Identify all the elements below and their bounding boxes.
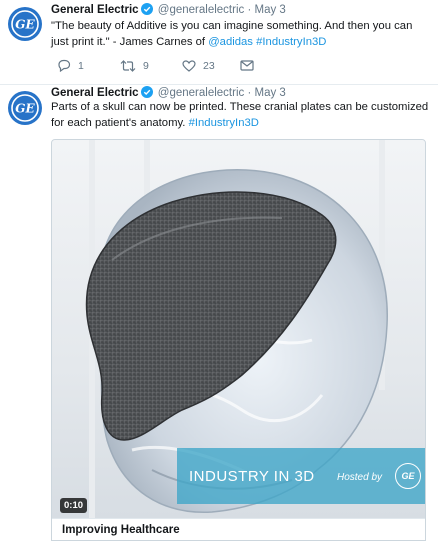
like-count: 23 xyxy=(203,59,215,72)
reply-icon xyxy=(58,59,71,72)
retweet-button[interactable]: 9 xyxy=(120,60,182,72)
card-title[interactable]: Improving Healthcare xyxy=(62,524,180,536)
banner-hosted-by: Hosted by xyxy=(337,472,383,483)
avatar[interactable]: GE xyxy=(8,91,42,125)
reply-button[interactable]: 1 xyxy=(57,59,120,72)
tweet-actions: 1 9 23 xyxy=(57,59,254,72)
separator-dot: · xyxy=(247,4,252,16)
envelope-icon xyxy=(240,60,254,71)
avatar[interactable]: GE xyxy=(8,7,42,41)
direct-message-button[interactable] xyxy=(240,60,254,71)
svg-text:GE: GE xyxy=(15,102,35,116)
svg-text:GE: GE xyxy=(15,18,35,32)
mention-link[interactable]: @adidas xyxy=(208,36,253,48)
video-card[interactable]: INDUSTRY IN 3D Hosted by GE 0:10 Improvi… xyxy=(51,139,426,541)
tweet-text: "The beauty of Additive is you can imagi… xyxy=(51,18,431,50)
ge-logo-icon: GE xyxy=(395,463,421,489)
ge-logo-icon: GE xyxy=(11,94,39,122)
hashtag-link[interactable]: #IndustryIn3D xyxy=(256,36,326,48)
tweet-date[interactable]: May 3 xyxy=(255,4,286,16)
heart-icon xyxy=(182,59,196,72)
video-duration-badge: 0:10 xyxy=(60,498,88,513)
tweet-date[interactable]: May 3 xyxy=(255,87,286,99)
tweet-text: Parts of a skull can now be printed. The… xyxy=(51,99,431,131)
tweet-header: General Electric @generalelectric · May … xyxy=(51,3,286,18)
tweet-1[interactable]: GE General Electric @generalelectric · M… xyxy=(0,0,438,85)
author-handle[interactable]: @generalelectric xyxy=(158,87,244,99)
author-name[interactable]: General Electric xyxy=(51,4,139,16)
author-handle[interactable]: @generalelectric xyxy=(158,4,244,16)
author-name[interactable]: General Electric xyxy=(51,87,139,99)
ge-logo-icon: GE xyxy=(11,10,39,38)
industry-banner: INDUSTRY IN 3D Hosted by GE xyxy=(177,448,425,504)
banner-title: INDUSTRY IN 3D xyxy=(189,468,315,485)
retweet-icon xyxy=(120,59,136,72)
hashtag-link[interactable]: #IndustryIn3D xyxy=(189,117,259,129)
verified-badge-icon xyxy=(140,3,153,18)
tweet-2[interactable]: GE General Electric @generalelectric · M… xyxy=(0,86,438,541)
card-footer[interactable]: Improving Healthcare xyxy=(52,518,425,540)
separator-dot: · xyxy=(247,87,252,99)
retweet-count: 9 xyxy=(143,59,149,72)
reply-count: 1 xyxy=(78,59,84,72)
like-button[interactable]: 23 xyxy=(182,60,240,72)
